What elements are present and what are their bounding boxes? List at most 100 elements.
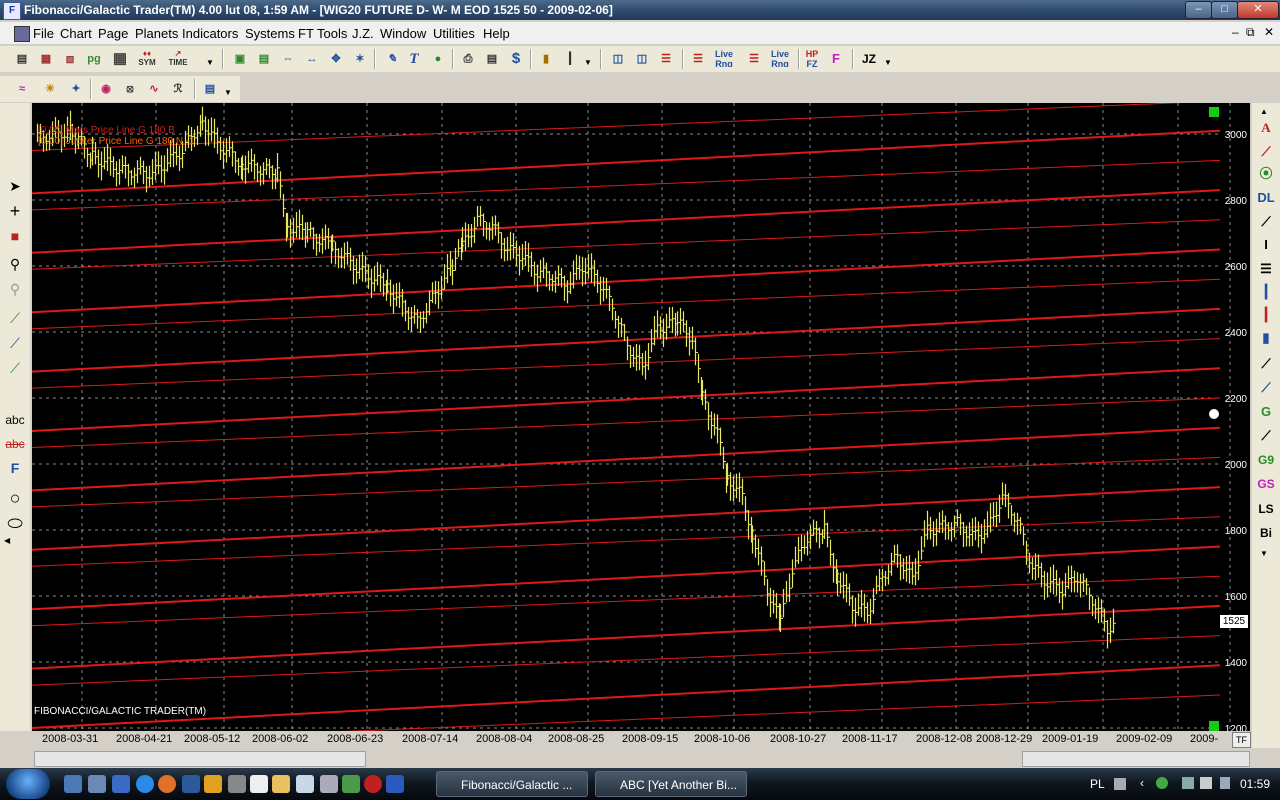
close-button[interactable]: ✕ (1237, 1, 1279, 19)
power-icon[interactable] (1220, 777, 1230, 789)
dropdown-arrow-icon[interactable]: ▼ (224, 88, 232, 97)
maximize-button[interactable]: □ (1211, 1, 1238, 19)
grid-icon[interactable]: ▦ (110, 49, 130, 69)
angle-a-button[interactable]: A (1255, 117, 1277, 139)
price-chart[interactable]: 3000 2800 2600 2400 2200 2000 1800 1600 1400 1200… (32, 103, 1250, 731)
text-label-icon[interactable]: abc (4, 409, 26, 431)
move-icon[interactable]: ✥ (326, 49, 346, 69)
document-icon[interactable] (14, 26, 30, 42)
gs-button[interactable]: GS (1255, 473, 1277, 495)
bottom-scroll-marker[interactable] (1209, 721, 1219, 731)
menu-systems[interactable]: Systems (245, 26, 295, 41)
crosshair-tool-icon[interactable]: + (4, 200, 26, 222)
fibonacci-tool-icon[interactable]: F (4, 457, 26, 479)
menu-help[interactable]: Help (483, 26, 510, 41)
tray-icon-1[interactable] (1156, 777, 1168, 789)
opera-icon[interactable] (364, 775, 382, 793)
firefox-icon[interactable] (158, 775, 176, 793)
layout-2-icon[interactable]: ◫ (632, 49, 652, 69)
top-scroll-marker[interactable] (1209, 107, 1219, 117)
g-tool-icon[interactable]: G (1255, 401, 1277, 423)
jz-button[interactable]: JZ (858, 49, 880, 69)
menu-page[interactable]: Page (98, 26, 128, 41)
sun-r-icon[interactable]: ☀ (40, 79, 60, 99)
menu-utilities[interactable]: Utilities (433, 26, 475, 41)
layout-3-icon[interactable]: ☰ (656, 49, 676, 69)
app-quicklaunch-icon[interactable] (182, 775, 200, 793)
vertical-lines-icon[interactable]: ┃ (1255, 281, 1277, 303)
curves-icon[interactable]: ∿ (144, 79, 164, 99)
print-icon[interactable]: ⎙ (458, 49, 478, 69)
menu-indicators[interactable]: Indicators (182, 26, 238, 41)
angle-tool-icon[interactable]: ⟋ (4, 357, 26, 379)
chart-canvas[interactable]: 3000 2800 2600 2400 2200 2000 1800 1600 1400 1200 (32, 103, 1250, 731)
task-abc[interactable]: ABC [Yet Another Bi... (595, 771, 747, 797)
menu-window[interactable]: Window (380, 26, 426, 41)
delete-text-icon[interactable]: abc (4, 433, 26, 455)
menu-jz[interactable]: J.Z. (352, 26, 374, 41)
rr-icon[interactable]: ℛ (168, 79, 188, 99)
live-range-button[interactable]: Live Rng (710, 48, 738, 68)
compress-icon[interactable]: ⇔ (278, 49, 298, 69)
scroll-up-icon[interactable]: ▲ (1260, 107, 1268, 116)
cycle-tool-icon[interactable]: ■ (4, 225, 26, 247)
dollar-icon[interactable]: $ (506, 49, 526, 69)
mdi-minimize-button[interactable]: – (1232, 25, 1239, 39)
lines-icon[interactable]: ☰ (688, 49, 708, 69)
bar-type-icon[interactable]: ▮ (536, 49, 556, 69)
volume-icon[interactable] (1200, 777, 1212, 789)
notepad-icon[interactable] (250, 775, 268, 793)
wheel-icon[interactable]: ⦻ (120, 79, 140, 99)
plane-icon[interactable] (386, 775, 404, 793)
zoom-out-icon[interactable]: ⚲ (4, 278, 26, 300)
line-tool-icon[interactable]: ⟋ (4, 332, 26, 354)
menu-ft-tools[interactable]: FT Tools (298, 26, 347, 41)
ellipse-tool-icon[interactable]: ⬭ (4, 512, 26, 534)
menu-file[interactable]: File (33, 26, 54, 41)
expand-icon[interactable]: ↔ (302, 49, 322, 69)
document-quicklaunch-icon[interactable] (296, 775, 314, 793)
diagonal-blue-icon[interactable]: ⟋ (1255, 377, 1277, 399)
fz-n-icon[interactable]: F (826, 49, 846, 69)
trendline-icon[interactable]: ⟋ (4, 307, 26, 329)
parallel-lines-icon[interactable]: ⟋ (1255, 211, 1277, 233)
diagonal-icon[interactable]: ⟋ (1255, 353, 1277, 375)
minimize-button[interactable]: – (1185, 1, 1212, 19)
task-fibonacci[interactable]: Fibonacci/Galactic ... (436, 771, 588, 797)
pen-icon[interactable]: ✎ (382, 49, 402, 69)
folder-icon[interactable] (272, 775, 290, 793)
fan-2-icon[interactable]: ⟋ (1255, 425, 1277, 447)
star-r-icon[interactable]: ✦ (66, 79, 86, 99)
layout-1-icon[interactable]: ◫ (608, 49, 628, 69)
lines-2-icon[interactable]: ☰ (744, 49, 764, 69)
mdi-close-button[interactable]: ✕ (1264, 25, 1274, 39)
dropdown-arrow-icon[interactable]: ▼ (584, 58, 592, 67)
time-button[interactable]: ↗ TIME (162, 48, 194, 68)
app-icon[interactable]: F (3, 2, 21, 20)
spiral-icon[interactable]: ⦿ (1255, 163, 1277, 185)
network-app-icon[interactable] (342, 775, 360, 793)
wave-icon[interactable]: ≈ (12, 79, 32, 99)
bi-button[interactable]: Bi (1255, 522, 1277, 544)
price-scale-handle[interactable] (1209, 409, 1219, 419)
tool-icon[interactable] (228, 775, 246, 793)
g9-button[interactable]: G9 (1255, 449, 1277, 471)
circle-tool-icon[interactable]: ○ (4, 487, 26, 509)
language-indicator[interactable]: PL (1090, 777, 1105, 791)
media-icon[interactable] (204, 775, 222, 793)
crosshair-icon[interactable]: ✶ (350, 49, 370, 69)
chart-settings-icon[interactable]: ▦ (36, 49, 56, 69)
timeframe-button[interactable]: TF (1232, 732, 1251, 748)
indicator-n-icon[interactable]: ▧ (60, 49, 80, 69)
bars-icon[interactable]: ▮ (1255, 327, 1277, 349)
layers-icon[interactable]: ▣ (230, 49, 250, 69)
show-desktop-icon[interactable] (64, 775, 82, 793)
fan-icon[interactable]: ⟋ (1255, 141, 1277, 163)
page-layout-icon[interactable]: ▤ (200, 79, 220, 99)
dropdown-arrow-icon[interactable]: ▼ (206, 58, 214, 67)
zoom-in-icon[interactable]: ⚲ (4, 253, 26, 275)
red-vertical-lines-icon[interactable]: ┃ (1255, 304, 1277, 326)
keyboard-icon[interactable] (1114, 778, 1126, 790)
dropdown-arrow-icon[interactable]: ▼ (884, 58, 892, 67)
tray-expand-icon[interactable]: ‹ (1140, 776, 1144, 790)
